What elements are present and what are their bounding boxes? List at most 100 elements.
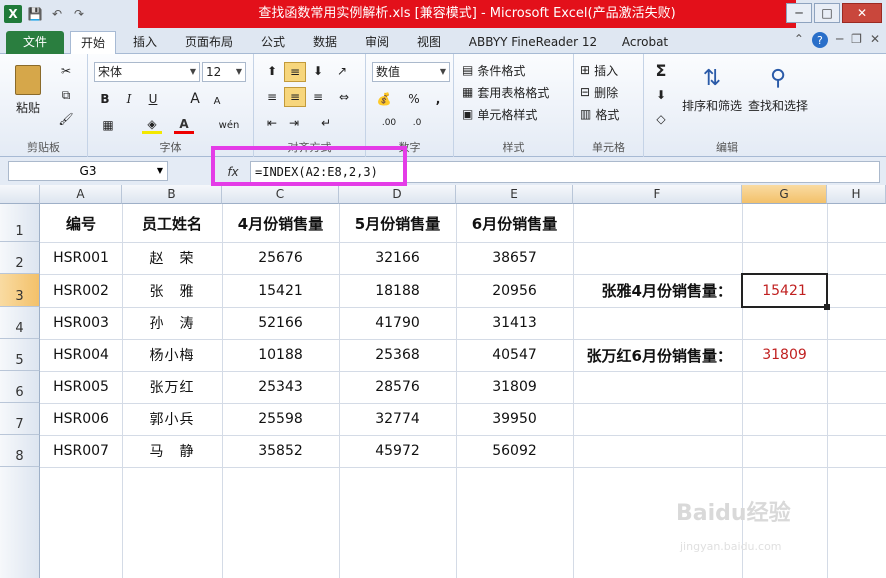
cell-jun[interactable]: 38657 xyxy=(456,242,573,274)
cell-may[interactable]: 45972 xyxy=(339,435,456,467)
header-cell[interactable]: 5月份销售量 xyxy=(339,204,456,242)
column-header[interactable]: C xyxy=(222,185,339,204)
row-header[interactable]: 6 xyxy=(0,371,40,403)
redo-icon[interactable]: ↷ xyxy=(70,5,88,23)
cell-id[interactable]: HSR002 xyxy=(40,274,122,307)
align-middle-icon[interactable]: ≡ xyxy=(284,62,306,82)
format-as-table-button[interactable]: ▦ 套用表格格式 xyxy=(462,82,549,102)
cell-styles-button[interactable]: ▣ 单元格样式 xyxy=(462,104,537,124)
cell-may[interactable]: 32166 xyxy=(339,242,456,274)
bold-button[interactable]: B xyxy=(96,90,114,108)
shrink-font-button[interactable]: A xyxy=(208,92,226,110)
row-header[interactable]: 2 xyxy=(0,242,40,274)
row-header[interactable]: 8 xyxy=(0,435,40,467)
merge-center-icon[interactable]: ⇔ xyxy=(334,88,354,106)
align-top-icon[interactable]: ⬆ xyxy=(262,62,282,80)
cell-name[interactable]: 马 静 xyxy=(122,435,222,467)
row-header[interactable]: 7 xyxy=(0,403,40,435)
help-icon[interactable]: ? xyxy=(811,32,828,48)
find-select-button[interactable]: ⚲ 查找和选择 xyxy=(746,60,810,120)
save-icon[interactable]: 💾 xyxy=(26,5,44,23)
cell-name[interactable]: 郭小兵 xyxy=(122,403,222,435)
delete-cells-button[interactable]: ⊟ 删除 xyxy=(580,82,618,102)
underline-button[interactable]: U xyxy=(144,90,162,108)
cell-id[interactable]: HSR003 xyxy=(40,307,122,339)
cell-apr[interactable]: 15421 xyxy=(222,274,339,307)
name-box[interactable]: G3 ▼ xyxy=(8,161,168,181)
row-header[interactable]: 1 xyxy=(0,204,40,242)
row-header[interactable]: 4 xyxy=(0,307,40,339)
cell-may[interactable]: 41790 xyxy=(339,307,456,339)
insert-cells-button[interactable]: ⊞ 插入 xyxy=(580,60,618,80)
tab-review[interactable]: 审阅 xyxy=(356,31,398,54)
percent-button[interactable]: % xyxy=(406,90,422,108)
font-color-icon[interactable]: A xyxy=(174,116,194,134)
column-header[interactable]: A xyxy=(40,185,122,204)
collapse-ribbon-icon[interactable]: ⌃ xyxy=(794,32,804,48)
italic-button[interactable]: I xyxy=(120,90,138,108)
lookup-label-f3[interactable]: 张雅4月份销售量： xyxy=(573,274,742,307)
conditional-format-button[interactable]: ▤ 条件格式 xyxy=(462,60,525,80)
tab-abbyy[interactable]: ABBYY FineReader 12 xyxy=(462,31,604,54)
cell-apr[interactable]: 25343 xyxy=(222,371,339,403)
select-all-corner[interactable] xyxy=(0,185,40,204)
doc-minimize-icon[interactable]: ─ xyxy=(836,32,843,48)
header-cell[interactable]: 编号 xyxy=(40,204,122,242)
cell-may[interactable]: 25368 xyxy=(339,339,456,371)
undo-icon[interactable]: ↶ xyxy=(48,5,66,23)
font-name-combo[interactable]: 宋体 ▼ xyxy=(94,62,200,82)
decrease-decimal-icon[interactable]: .0 xyxy=(406,114,428,132)
copy-icon[interactable]: ⧉ xyxy=(56,86,76,104)
cut-icon[interactable]: ✂ xyxy=(56,62,76,80)
header-cell[interactable]: 6月份销售量 xyxy=(456,204,573,242)
cell-jun[interactable]: 20956 xyxy=(456,274,573,307)
cell-jun[interactable]: 40547 xyxy=(456,339,573,371)
excel-logo-icon[interactable]: X xyxy=(4,5,22,23)
cell-id[interactable]: HSR004 xyxy=(40,339,122,371)
header-cell[interactable]: 员工姓名 xyxy=(122,204,222,242)
maximize-button[interactable]: □ xyxy=(814,3,840,23)
tab-page-layout[interactable]: 页面布局 xyxy=(178,31,240,54)
tab-data[interactable]: 数据 xyxy=(304,31,346,54)
minimize-button[interactable]: ─ xyxy=(786,3,812,23)
tab-view[interactable]: 视图 xyxy=(408,31,450,54)
doc-restore-icon[interactable]: ❐ xyxy=(851,32,862,48)
column-header[interactable]: H xyxy=(827,185,886,204)
autosum-button[interactable]: Σ xyxy=(650,60,672,80)
close-button[interactable]: ✕ xyxy=(842,3,882,23)
doc-close-icon[interactable]: ✕ xyxy=(870,32,880,48)
align-bottom-icon[interactable]: ⬇ xyxy=(308,62,328,80)
clear-icon[interactable]: ◇ xyxy=(650,110,672,128)
cell-apr[interactable]: 35852 xyxy=(222,435,339,467)
cell-name[interactable]: 杨小梅 xyxy=(122,339,222,371)
cell-may[interactable]: 28576 xyxy=(339,371,456,403)
currency-icon[interactable]: 💰 xyxy=(372,90,396,108)
tab-file[interactable]: 文件 xyxy=(6,31,64,54)
align-left-icon[interactable]: ≡ xyxy=(262,88,282,106)
cell-apr[interactable]: 52166 xyxy=(222,307,339,339)
column-header[interactable]: B xyxy=(122,185,222,204)
column-header[interactable]: F xyxy=(573,185,742,204)
column-header-selected[interactable]: G xyxy=(742,185,827,204)
decrease-indent-icon[interactable]: ⇤ xyxy=(262,114,282,132)
paste-button[interactable]: 粘贴 xyxy=(10,60,46,120)
align-center-icon[interactable]: ≡ xyxy=(284,87,306,107)
row-header[interactable]: 5 xyxy=(0,339,40,371)
insert-function-icon[interactable]: fx xyxy=(222,163,244,181)
lookup-label-f5[interactable]: 张万红6月份销售量： xyxy=(560,339,742,371)
row-header-selected[interactable]: 3 xyxy=(0,274,40,307)
column-header[interactable]: D xyxy=(339,185,456,204)
cell-apr[interactable]: 10188 xyxy=(222,339,339,371)
cell-name[interactable]: 孙 涛 xyxy=(122,307,222,339)
tab-home[interactable]: 开始 xyxy=(70,31,116,54)
fill-icon[interactable]: ⬇ xyxy=(650,86,672,104)
header-cell[interactable]: 4月份销售量 xyxy=(222,204,339,242)
font-size-combo[interactable]: 12 ▼ xyxy=(202,62,246,82)
fill-color-icon[interactable]: ◈ xyxy=(142,116,162,134)
cell-apr[interactable]: 25676 xyxy=(222,242,339,274)
cell-jun[interactable]: 31809 xyxy=(456,371,573,403)
cell-jun[interactable]: 56092 xyxy=(456,435,573,467)
fill-handle[interactable] xyxy=(824,304,830,310)
cell-name[interactable]: 赵 荣 xyxy=(122,242,222,274)
phonetic-button[interactable]: wén xyxy=(214,116,244,134)
